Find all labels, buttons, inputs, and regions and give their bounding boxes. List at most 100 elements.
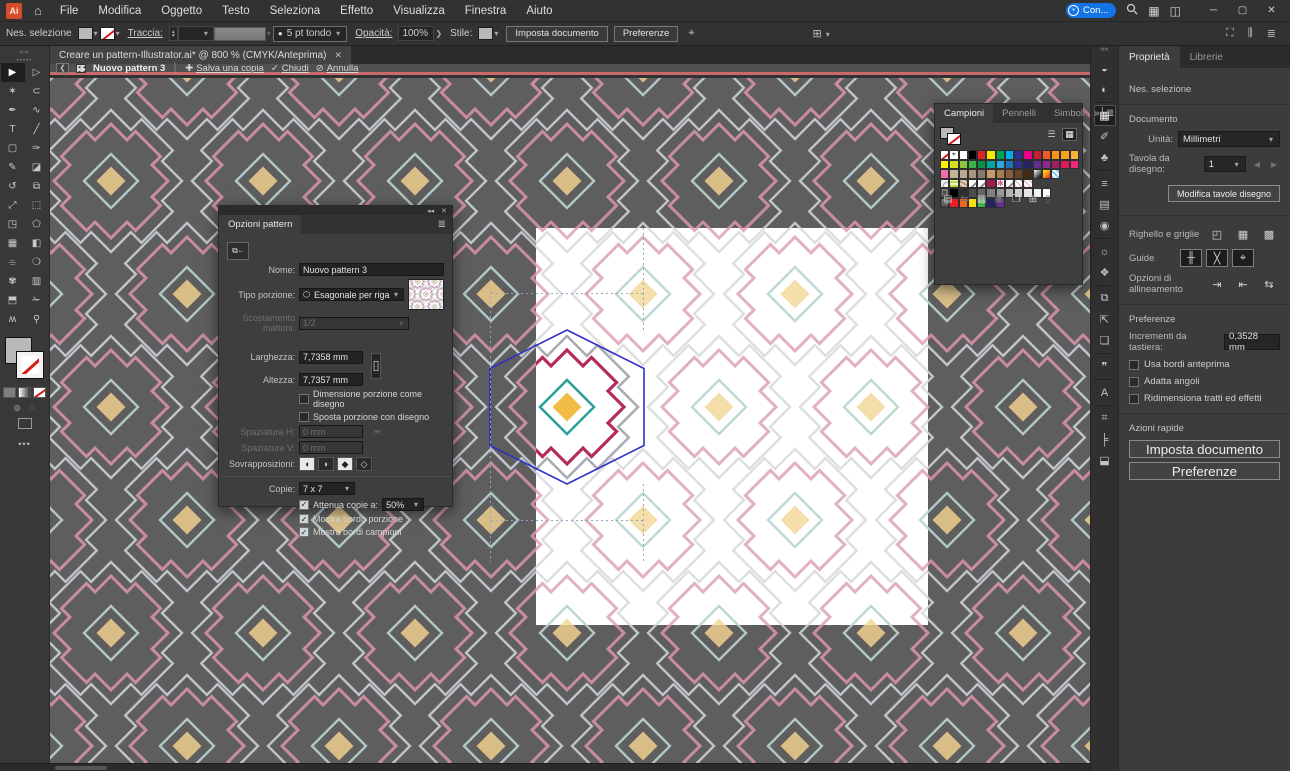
move-tile-with-art-checkbox[interactable] bbox=[299, 412, 309, 422]
magic-wand-tool[interactable]: ✶ bbox=[1, 82, 25, 101]
mesh-tool[interactable]: ▦ bbox=[1, 234, 25, 253]
home-icon[interactable]: ⌂ bbox=[34, 3, 42, 18]
close-button[interactable]: ✕ bbox=[1257, 0, 1286, 21]
style-swatch[interactable] bbox=[478, 27, 493, 40]
none-mode-button[interactable] bbox=[33, 387, 46, 398]
gradient-mode-button[interactable] bbox=[18, 387, 31, 398]
opacity-label[interactable]: Opacità: bbox=[355, 28, 392, 39]
panel-fill-stroke-indicator[interactable] bbox=[940, 127, 964, 147]
overlap-top-in-front-icon[interactable]: ◆ bbox=[337, 457, 353, 471]
document-arrangement-icon[interactable]: ⊞ ▾ bbox=[813, 27, 832, 40]
swatches-panel-menu-icon[interactable]: »│≣ bbox=[1094, 108, 1120, 119]
height-field[interactable]: 7,7357 mm bbox=[299, 373, 363, 386]
swatch-libraries-icon[interactable]: ▤ bbox=[943, 194, 952, 205]
lasso-tool[interactable]: ⊂ bbox=[25, 82, 49, 101]
stroke-proxy[interactable] bbox=[17, 352, 43, 378]
swatch[interactable] bbox=[1070, 160, 1079, 170]
variable-width-profile-dropdown[interactable]: ● 5 pt tondo ▾ bbox=[273, 26, 347, 42]
window-layout-icon[interactable]: ◫ bbox=[1170, 4, 1181, 18]
checkbox-usa-bordi-anteprima[interactable] bbox=[1129, 360, 1139, 370]
artboard-tool[interactable]: ⬒ bbox=[1, 291, 25, 310]
save-copy-button[interactable]: ✚Salva una copia bbox=[185, 63, 264, 74]
swatch[interactable] bbox=[1033, 150, 1042, 160]
layers-panel-icon[interactable]: ⧉ bbox=[1094, 288, 1116, 309]
draw-normal-icon[interactable]: ◎ bbox=[11, 403, 24, 412]
pathfinder-panel-icon[interactable]: ⬓ bbox=[1094, 450, 1116, 471]
size-tile-to-art-checkbox[interactable] bbox=[299, 394, 309, 404]
swatch[interactable] bbox=[1033, 160, 1042, 170]
swatch[interactable] bbox=[959, 160, 968, 170]
swatch[interactable] bbox=[1014, 160, 1023, 170]
quick-document-setup-button[interactable]: Imposta documento bbox=[1129, 440, 1280, 458]
tab-close-icon[interactable]: ✕ bbox=[334, 50, 342, 61]
appearance-panel-icon[interactable]: ☼ bbox=[1094, 241, 1116, 262]
pat-pink-swatch[interactable] bbox=[1023, 179, 1032, 189]
color-mode-button[interactable] bbox=[3, 387, 16, 398]
free-transform-tool[interactable]: ⧉ bbox=[25, 177, 49, 196]
unit-dropdown[interactable]: Millimetri▾ bbox=[1178, 131, 1280, 147]
tab-simboli[interactable]: Simboli bbox=[1045, 104, 1094, 123]
prev-artboard-icon[interactable]: ◀ bbox=[1251, 160, 1263, 169]
asset-export-icon[interactable]: ⇱ bbox=[1094, 309, 1116, 330]
menu-file[interactable]: File bbox=[50, 5, 89, 17]
menu-visualizza[interactable]: Visualizza bbox=[383, 5, 455, 17]
workspace-switcher-icon[interactable]: ⫼ bbox=[1248, 27, 1253, 40]
pat-diag-swatch[interactable] bbox=[968, 179, 977, 189]
opacity-dropdown-arrow-icon[interactable]: ❯ bbox=[435, 29, 442, 38]
swatch[interactable] bbox=[1070, 150, 1079, 160]
selection-tool[interactable]: ▶ bbox=[1, 63, 25, 82]
graphic-styles-icon[interactable]: ❖ bbox=[1094, 262, 1116, 283]
pencil-tool[interactable]: ✎ bbox=[1, 158, 25, 177]
menu-aiuto[interactable]: Aiuto bbox=[516, 5, 562, 17]
pat-dot-swatch[interactable] bbox=[940, 179, 949, 189]
dim-copies-checkbox[interactable]: ✓ bbox=[299, 500, 309, 510]
cancel-button[interactable]: ⊘Annulla bbox=[316, 63, 359, 74]
swatch[interactable] bbox=[977, 160, 986, 170]
swatch[interactable] bbox=[1060, 160, 1069, 170]
menu-oggetto[interactable]: Oggetto bbox=[151, 5, 212, 17]
list-view-icon[interactable]: ☰ bbox=[1044, 128, 1059, 141]
puppet-warp-tool[interactable]: ⬚ bbox=[25, 196, 49, 215]
pat-tex-swatch[interactable] bbox=[959, 179, 968, 189]
keyboard-increment-field[interactable]: 0,3528 mm bbox=[1224, 334, 1280, 350]
tab-librerie[interactable]: Librerie bbox=[1180, 46, 1233, 68]
swatch[interactable] bbox=[996, 169, 1005, 179]
smart-guides-icon[interactable]: ⌖ bbox=[1232, 249, 1254, 267]
show-rulers-icon[interactable]: ◰ bbox=[1206, 225, 1228, 243]
exit-pattern-mode-icon[interactable]: ❮ bbox=[56, 63, 69, 73]
symbol-sprayer-tool[interactable]: ✾ bbox=[1, 272, 25, 291]
gradient-slider-icon[interactable]: ▤ bbox=[1094, 194, 1116, 215]
fill-stroke-indicator[interactable] bbox=[3, 337, 47, 383]
align-to-selection-icon[interactable]: ⇥ bbox=[1206, 275, 1228, 293]
pat-pink-swatch[interactable] bbox=[1014, 179, 1023, 189]
pat-flower-swatch[interactable]: ✻ bbox=[996, 179, 1005, 189]
brushes-panel-icon[interactable]: ✐ bbox=[1094, 126, 1116, 147]
show-transparency-grid-icon[interactable]: ▩ bbox=[1258, 225, 1280, 243]
swatch[interactable] bbox=[986, 179, 995, 189]
grad-or-swatch[interactable] bbox=[1042, 169, 1051, 179]
panel-menu-icon[interactable]: ≣ bbox=[438, 219, 452, 230]
pat-green-swatch[interactable] bbox=[949, 179, 958, 189]
swatch[interactable] bbox=[940, 169, 949, 179]
fill-color-swatch[interactable] bbox=[78, 27, 93, 40]
swatch[interactable] bbox=[996, 150, 1005, 160]
graph-tool[interactable]: ▥ bbox=[25, 272, 49, 291]
panel-menu-icon[interactable]: ≣ bbox=[1267, 27, 1276, 40]
stroke-panel-icon[interactable]: ≡ bbox=[1094, 173, 1116, 194]
menu-seleziona[interactable]: Seleziona bbox=[260, 5, 331, 17]
swatch[interactable] bbox=[1023, 160, 1032, 170]
link-dimensions-icon[interactable]: ⊓⊔ bbox=[371, 353, 381, 379]
swatch[interactable] bbox=[996, 160, 1005, 170]
swatch[interactable] bbox=[986, 160, 995, 170]
stroke-weight-label[interactable]: Traccia: bbox=[128, 28, 163, 39]
screen-mode-button[interactable] bbox=[18, 418, 32, 429]
dim-copies-dropdown[interactable]: 50%▾ bbox=[382, 498, 424, 511]
hand-tool[interactable]: ʍ bbox=[1, 310, 25, 329]
overlap-bottom-in-front-icon[interactable]: ◇ bbox=[356, 457, 372, 471]
horizontal-scrollbar[interactable] bbox=[55, 766, 107, 770]
swatch[interactable] bbox=[1051, 160, 1060, 170]
swatch[interactable] bbox=[940, 160, 949, 170]
stroke-weight-dropdown[interactable]: ▾ bbox=[178, 26, 214, 41]
preferences-button[interactable]: Preferenze bbox=[614, 26, 678, 42]
symbols-panel-icon[interactable]: ♣ bbox=[1094, 147, 1116, 168]
